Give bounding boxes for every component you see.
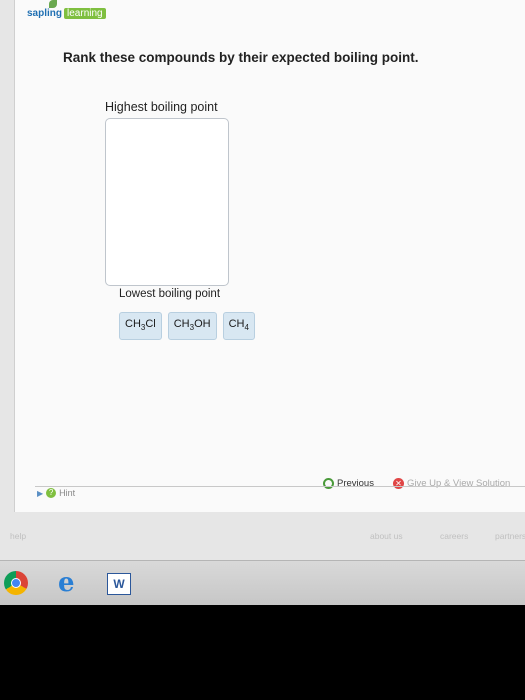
- previous-button[interactable]: Previous: [323, 478, 374, 489]
- footer-partners-link[interactable]: partners: [495, 531, 525, 541]
- chip-formula-b: Cl: [145, 318, 156, 330]
- divider: [35, 486, 525, 487]
- compound-chip-ch3oh[interactable]: CH3OH: [167, 312, 217, 341]
- page-footer: help about us careers partners: [0, 525, 525, 547]
- footer-careers-link[interactable]: careers: [440, 531, 468, 541]
- chip-formula-a: CH: [125, 318, 141, 330]
- word-icon[interactable]: W: [107, 573, 131, 595]
- compound-chip-ch3cl[interactable]: CH3Cl: [119, 312, 162, 341]
- footer-about-link[interactable]: about us: [370, 531, 403, 541]
- chrome-icon[interactable]: [4, 571, 28, 595]
- give-up-button[interactable]: ✕ Give Up & View Solution: [393, 478, 510, 489]
- leaf-icon: [49, 0, 57, 8]
- sapling-logo: sapling learning: [27, 0, 106, 19]
- close-circle-icon: ✕: [393, 478, 404, 489]
- internet-explorer-icon[interactable]: e: [58, 570, 82, 596]
- lowest-label: Lowest boiling point: [119, 288, 221, 300]
- previous-label: Previous: [337, 478, 374, 489]
- previous-circle-icon: [323, 478, 334, 489]
- question-icon: ?: [46, 488, 57, 498]
- ranking-dropzone[interactable]: [105, 118, 229, 286]
- logo-brand: sapling: [27, 8, 63, 19]
- browser-viewport: sapling learning Rank these compounds by …: [0, 0, 525, 605]
- logo-suffix: learning: [64, 8, 106, 19]
- chip-formula-a: CH: [173, 318, 190, 330]
- chip-formula-b: OH: [194, 318, 211, 330]
- highest-label: Highest boiling point: [105, 100, 218, 114]
- taskbar: e W: [0, 560, 525, 605]
- hint-label: Hint: [59, 488, 76, 498]
- question-text: Rank these compounds by their expected b…: [63, 50, 419, 65]
- chip-subscript: 4: [244, 323, 249, 333]
- sapling-page: sapling learning Rank these compounds by …: [14, 0, 525, 512]
- chip-formula-a: CH: [228, 318, 245, 330]
- give-up-label: Give Up & View Solution: [407, 478, 511, 489]
- compound-chip-list: CH3Cl CH3OH CH4: [119, 312, 255, 341]
- triangle-right-icon: ▶: [37, 488, 44, 498]
- hint-toggle[interactable]: ▶ ? Hint: [37, 488, 75, 498]
- compound-chip-ch4[interactable]: CH4: [222, 312, 255, 341]
- footer-help-link[interactable]: help: [10, 531, 26, 541]
